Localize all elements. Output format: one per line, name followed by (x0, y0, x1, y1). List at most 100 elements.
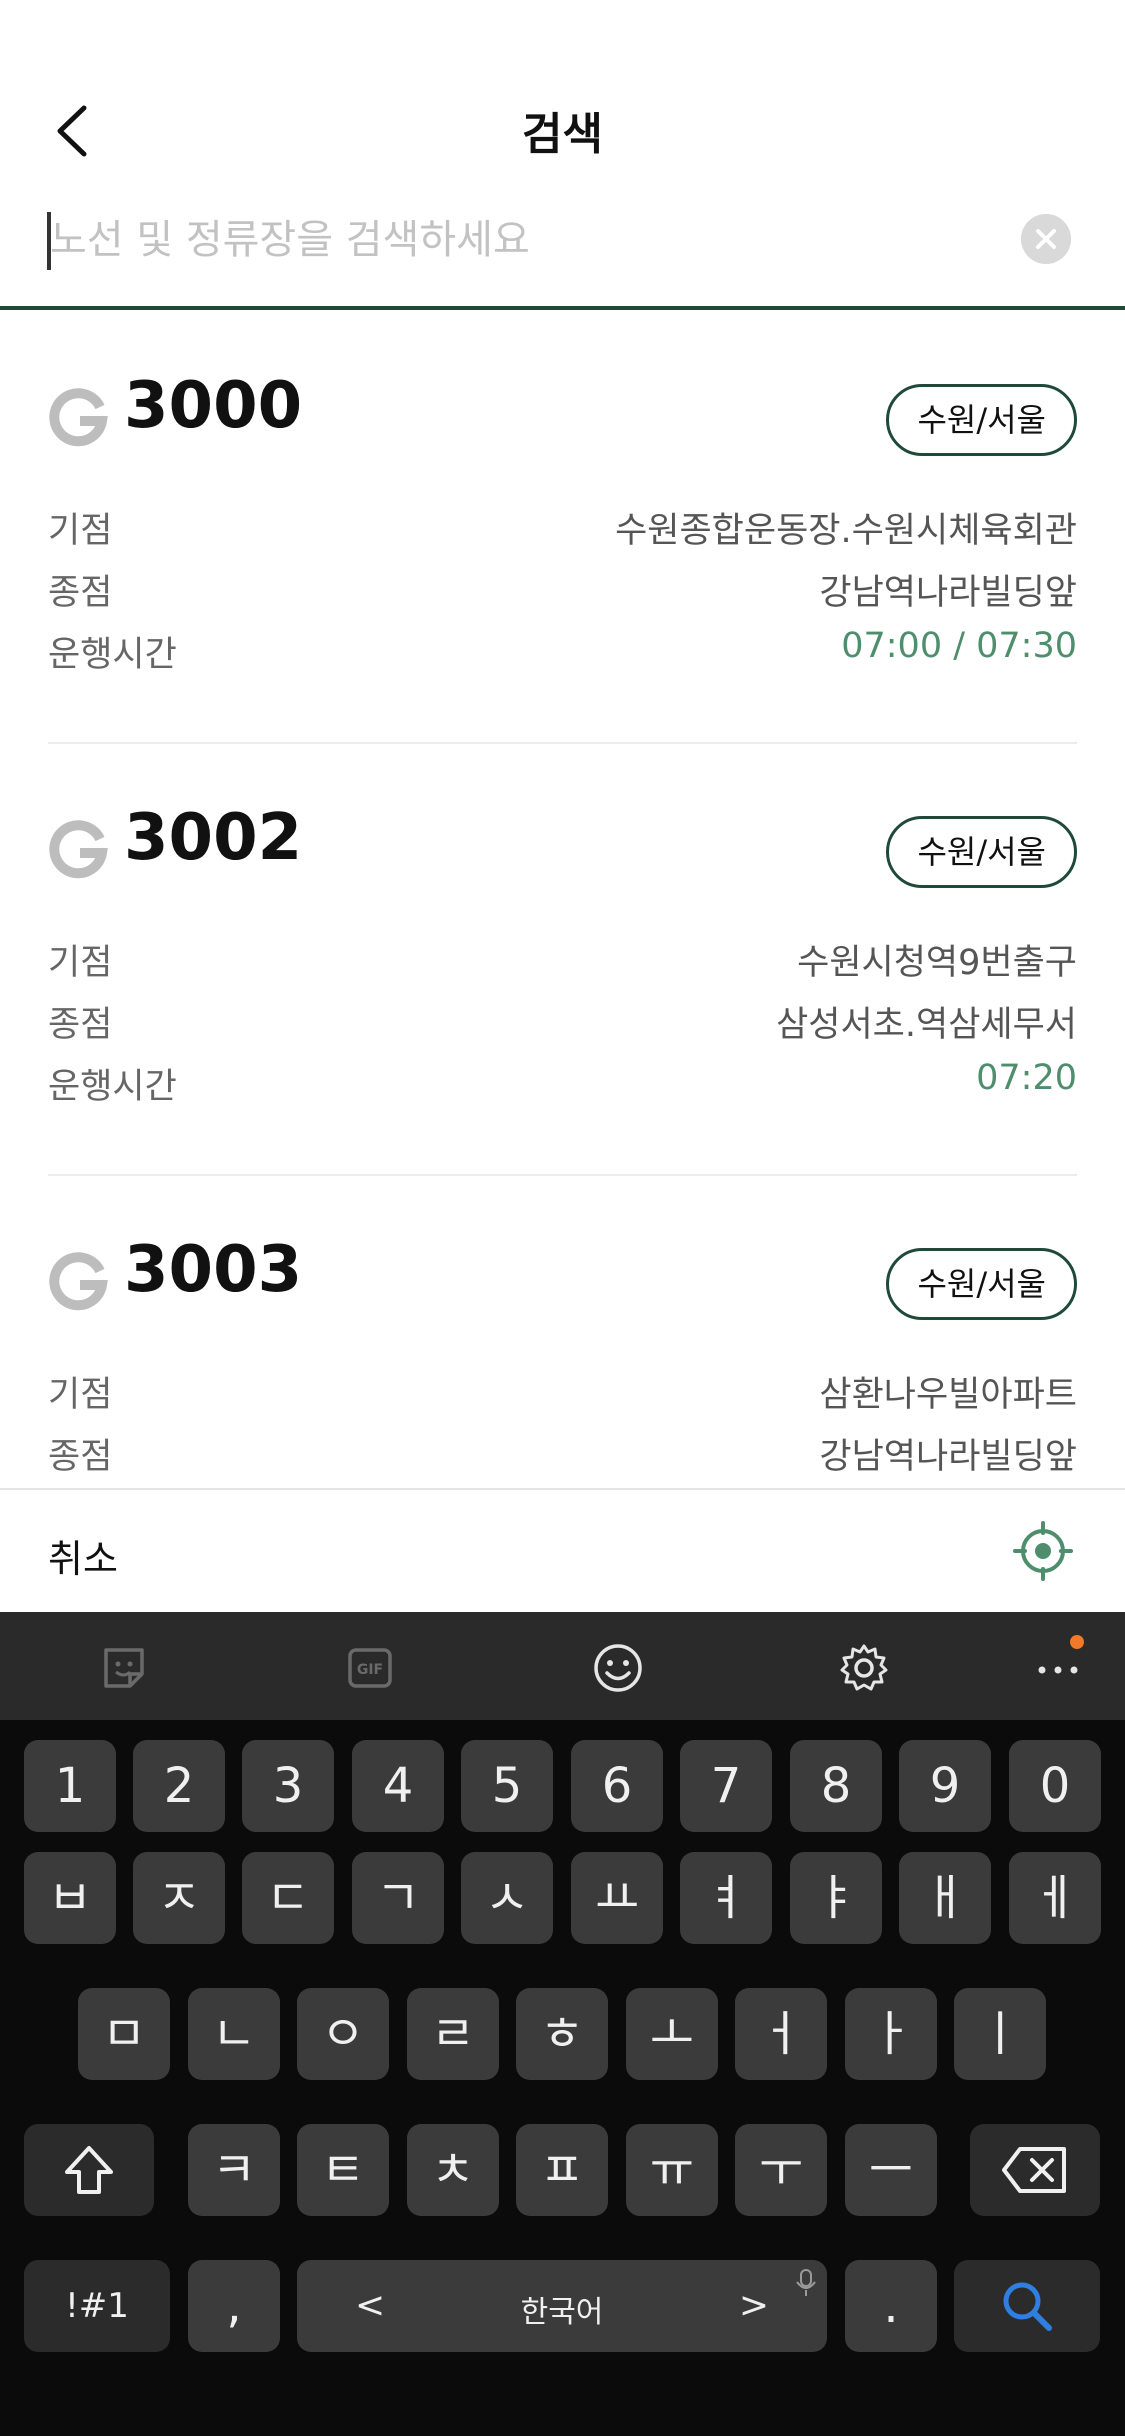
page-title: 검색 (522, 109, 603, 160)
terminus-row: 종점 강남역나라빌딩앞 (48, 564, 1077, 614)
svg-text:GIF: GIF (357, 1662, 383, 1678)
key-ae[interactable]: ㅐ (899, 1852, 991, 1944)
origin-row: 기점 수원종합운동장.수원시체육회관 (48, 502, 1077, 552)
terminus-value: 강남역나라빌딩앞 (819, 1437, 1077, 1477)
hours-value: 07:00 / 07:30 (841, 626, 1077, 666)
terminus-label: 종점 (48, 1005, 113, 1045)
key-siot[interactable]: ㅅ (461, 1852, 553, 1944)
key-tieut[interactable]: ㅌ (297, 2124, 389, 2216)
key-yeo[interactable]: ㅕ (680, 1852, 772, 1944)
route-results-list: 3000 수원/서울 기점 수원종합운동장.수원시체육회관 종점 강남역나라빌딩… (0, 312, 1125, 1488)
gif-icon[interactable]: GIF (342, 1640, 398, 1696)
space-language-label: 한국어 (520, 2295, 604, 2330)
region-badge: 수원/서울 (886, 816, 1077, 888)
space-left-arrow: < (355, 2285, 386, 2326)
route-card[interactable]: 3000 수원/서울 기점 수원종합운동장.수원시체육회관 종점 강남역나라빌딩… (48, 312, 1077, 744)
key-kieuk[interactable]: ㅋ (188, 2124, 280, 2216)
key-eo[interactable]: ㅓ (735, 1988, 827, 2080)
key-eu[interactable]: ㅡ (845, 2124, 937, 2216)
settings-icon[interactable] (836, 1640, 892, 1696)
terminus-value: 삼성서초.역삼세무서 (776, 1005, 1077, 1045)
hours-label: 운행시간 (48, 635, 177, 675)
text-cursor (47, 212, 51, 270)
origin-label: 기점 (48, 943, 113, 983)
region-badge: 수원/서울 (886, 1248, 1077, 1320)
terminus-value: 강남역나라빌딩앞 (819, 573, 1077, 613)
key-u[interactable]: ㅜ (735, 2124, 827, 2216)
key-nieun[interactable]: ㄴ (188, 1988, 280, 2080)
route-card[interactable]: 3003 수원/서울 기점 삼환나우빌아파트 종점 강남역나라빌딩앞 (48, 1176, 1077, 1488)
origin-value: 수원종합운동장.수원시체육회관 (615, 511, 1077, 551)
key-1[interactable]: 1 (24, 1740, 116, 1832)
key-ieung[interactable]: ㅇ (297, 1988, 389, 2080)
key-2[interactable]: 2 (133, 1740, 225, 1832)
origin-label: 기점 (48, 511, 113, 551)
key-6[interactable]: 6 (571, 1740, 663, 1832)
keyboard: GIF 1 2 3 4 5 6 7 8 9 0 ㅂ ㅈ ㄷ ㄱ ㅅ ㅛ ㅕ ㅑ … (0, 1612, 1125, 2436)
route-number: 3003 (124, 1233, 303, 1307)
space-right-arrow: > (738, 2285, 769, 2326)
key-3[interactable]: 3 (242, 1740, 334, 1832)
key-chieut[interactable]: ㅊ (407, 2124, 499, 2216)
origin-value: 수원시청역9번출구 (797, 943, 1077, 983)
key-ya[interactable]: ㅑ (790, 1852, 882, 1944)
key-pieup[interactable]: ㅍ (516, 2124, 608, 2216)
clear-icon[interactable] (1021, 214, 1071, 264)
key-bieup[interactable]: ㅂ (24, 1852, 116, 1944)
key-4[interactable]: 4 (352, 1740, 444, 1832)
hours-label: 운행시간 (48, 1067, 177, 1107)
key-8[interactable]: 8 (790, 1740, 882, 1832)
terminus-label: 종점 (48, 573, 113, 613)
terminus-row: 종점 삼성서초.역삼세무서 (48, 996, 1077, 1046)
origin-value: 삼환나우빌아파트 (819, 1375, 1077, 1415)
shift-key[interactable] (24, 2124, 154, 2216)
origin-row: 기점 수원시청역9번출구 (48, 934, 1077, 984)
keyboard-toolbar: GIF (0, 1612, 1125, 1720)
hours-row: 운행시간 07:00 / 07:30 (48, 626, 1077, 676)
gbus-g-icon (49, 820, 108, 879)
key-e[interactable]: ㅔ (1009, 1852, 1101, 1944)
terminus-label: 종점 (48, 1437, 113, 1477)
hours-row: 운행시간 07:20 (48, 1058, 1077, 1108)
target-icon[interactable] (1013, 1521, 1073, 1581)
symbols-key[interactable]: !#1 (24, 2260, 170, 2352)
key-yo[interactable]: ㅛ (571, 1852, 663, 1944)
key-5[interactable]: 5 (461, 1740, 553, 1832)
gbus-g-icon (49, 1252, 108, 1311)
key-0[interactable]: 0 (1009, 1740, 1101, 1832)
key-9[interactable]: 9 (899, 1740, 991, 1832)
period-key[interactable]: . (845, 2260, 937, 2352)
route-number: 3000 (124, 369, 303, 443)
search-icon (1003, 2282, 1052, 2331)
key-jieut[interactable]: ㅈ (133, 1852, 225, 1944)
terminus-row: 종점 강남역나라빌딩앞 (48, 1428, 1077, 1478)
emoji-icon[interactable] (590, 1640, 646, 1696)
key-yu[interactable]: ㅠ (626, 2124, 718, 2216)
search-key[interactable] (954, 2260, 1100, 2352)
key-giyeok[interactable]: ㄱ (352, 1852, 444, 1944)
route-card[interactable]: 3002 수원/서울 기점 수원시청역9번출구 종점 삼성서초.역삼세무서 운행… (48, 744, 1077, 1176)
key-mieum[interactable]: ㅁ (78, 1988, 170, 2080)
hours-value: 07:20 (976, 1058, 1077, 1098)
cancel-button[interactable]: 취소 (48, 1528, 118, 1583)
key-digeut[interactable]: ㄷ (242, 1852, 334, 1944)
key-i[interactable]: ㅣ (954, 1988, 1046, 2080)
backspace-key[interactable] (970, 2124, 1100, 2216)
shift-icon (65, 2146, 113, 2194)
key-rieul[interactable]: ㄹ (407, 1988, 499, 2080)
key-o[interactable]: ㅗ (626, 1988, 718, 2080)
gbus-g-icon (49, 388, 108, 447)
backspace-icon (1002, 2147, 1066, 2193)
key-7[interactable]: 7 (680, 1740, 772, 1832)
sticker-icon[interactable] (96, 1640, 152, 1696)
comma-key[interactable]: , (188, 2260, 280, 2352)
origin-row: 기점 삼환나우빌아파트 (48, 1366, 1077, 1416)
key-a[interactable]: ㅏ (845, 1988, 937, 2080)
space-key[interactable]: < 한국어 > (297, 2260, 827, 2352)
notification-dot (1070, 1635, 1084, 1649)
origin-label: 기점 (48, 1375, 113, 1415)
microphone-icon (796, 2269, 816, 2296)
route-number: 3002 (124, 801, 303, 875)
key-hieut[interactable]: ㅎ (516, 1988, 608, 2080)
search-input[interactable] (50, 205, 990, 275)
